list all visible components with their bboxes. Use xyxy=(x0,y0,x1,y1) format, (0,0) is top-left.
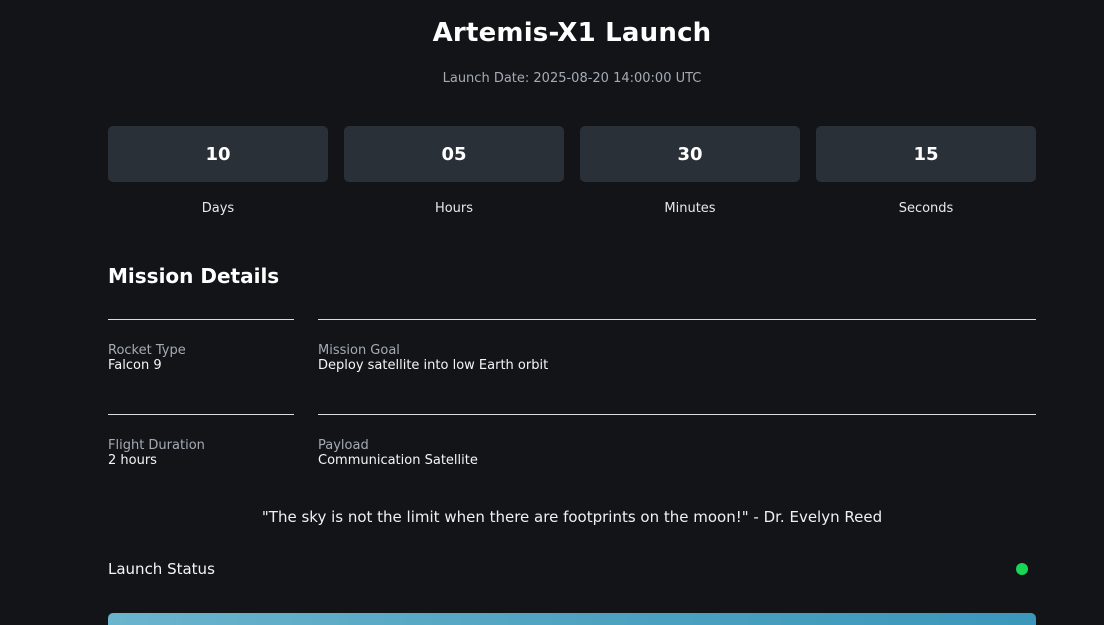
detail-rocket-type: Rocket Type Falcon 9 xyxy=(108,319,294,373)
countdown-days-value: 10 xyxy=(108,126,328,182)
countdown-days: 10 Days xyxy=(108,126,328,216)
launch-status-bar xyxy=(108,613,1036,625)
countdown-hours: 05 Hours xyxy=(344,126,564,216)
countdown-seconds-label: Seconds xyxy=(898,201,954,216)
flight-duration-value: 2 hours xyxy=(108,453,157,468)
countdown-hours-value: 05 xyxy=(344,126,564,182)
detail-flight-duration: Flight Duration 2 hours xyxy=(108,414,294,468)
payload-label: Payload xyxy=(318,438,369,453)
flight-duration-label: Flight Duration xyxy=(108,438,205,453)
rocket-type-value: Falcon 9 xyxy=(108,358,162,373)
launch-date: Launch Date: 2025-08-20 14:00:00 UTC xyxy=(442,71,702,86)
status-indicator-dot xyxy=(1016,563,1028,575)
countdown-timer: 10 Days 05 Hours 30 Minutes 15 Seconds xyxy=(108,126,1036,216)
detail-mission-goal: Mission Goal Deploy satellite into low E… xyxy=(318,319,1036,373)
detail-payload: Payload Communication Satellite xyxy=(318,414,1036,468)
mission-quote: "The sky is not the limit when there are… xyxy=(261,508,883,526)
page-title: Artemis-X1 Launch xyxy=(432,18,712,48)
countdown-minutes: 30 Minutes xyxy=(580,126,800,216)
mission-goal-label: Mission Goal xyxy=(318,343,400,358)
launch-status-label: Launch Status xyxy=(108,560,215,578)
countdown-seconds: 15 Seconds xyxy=(816,126,1036,216)
launch-page: Artemis-X1 Launch Launch Date: 2025-08-2… xyxy=(0,0,1104,625)
countdown-minutes-value: 30 xyxy=(580,126,800,182)
countdown-seconds-value: 15 xyxy=(816,126,1036,182)
rocket-type-label: Rocket Type xyxy=(108,343,186,358)
payload-value: Communication Satellite xyxy=(318,453,478,468)
countdown-hours-label: Hours xyxy=(434,201,474,216)
mission-goal-value: Deploy satellite into low Earth orbit xyxy=(318,358,549,373)
mission-details-heading: Mission Details xyxy=(108,264,280,288)
countdown-days-label: Days xyxy=(201,201,235,216)
countdown-minutes-label: Minutes xyxy=(664,201,716,216)
